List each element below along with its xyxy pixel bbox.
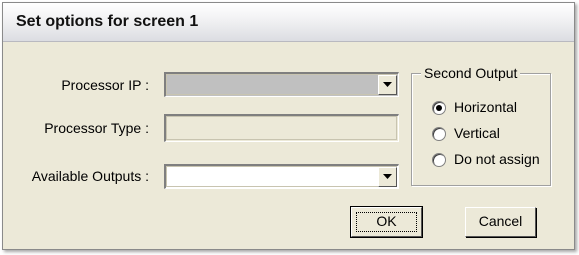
available-outputs-label: Available Outputs :: [31, 168, 149, 184]
radio-button-vertical[interactable]: [432, 127, 446, 141]
available-outputs-dropdown-button[interactable]: [378, 167, 397, 187]
set-options-dialog: Set options for screen 1 Processor IP : …: [2, 2, 575, 250]
second-output-legend: Second Output: [421, 65, 521, 81]
radio-do-not-assign-label: Do not assign: [454, 151, 540, 167]
radio-vertical-label: Vertical: [454, 125, 500, 141]
radio-selected-dot: [436, 105, 442, 111]
radio-button-do-not-assign[interactable]: [432, 153, 446, 167]
dialog-title: Set options for screen 1: [16, 13, 199, 30]
radio-button-horizontal[interactable]: [432, 101, 446, 115]
chevron-down-icon: [383, 82, 392, 87]
ok-button-label: OK: [376, 213, 397, 229]
processor-type-label: Processor Type :: [44, 120, 149, 136]
processor-type-field: [164, 114, 399, 142]
second-output-group: Second Output Horizontal Vertical Do not…: [411, 65, 551, 186]
cancel-button-label: Cancel: [478, 213, 523, 229]
cancel-button[interactable]: Cancel: [465, 207, 536, 237]
radio-horizontal-label: Horizontal: [454, 99, 518, 115]
processor-ip-label: Processor IP :: [61, 77, 149, 93]
available-outputs-select[interactable]: [164, 164, 399, 189]
processor-ip-select[interactable]: [164, 72, 399, 97]
chevron-down-icon: [383, 174, 392, 179]
processor-ip-dropdown-button[interactable]: [378, 75, 397, 95]
ok-button[interactable]: OK: [350, 206, 423, 238]
title-bar[interactable]: Set options for screen 1: [3, 3, 574, 42]
